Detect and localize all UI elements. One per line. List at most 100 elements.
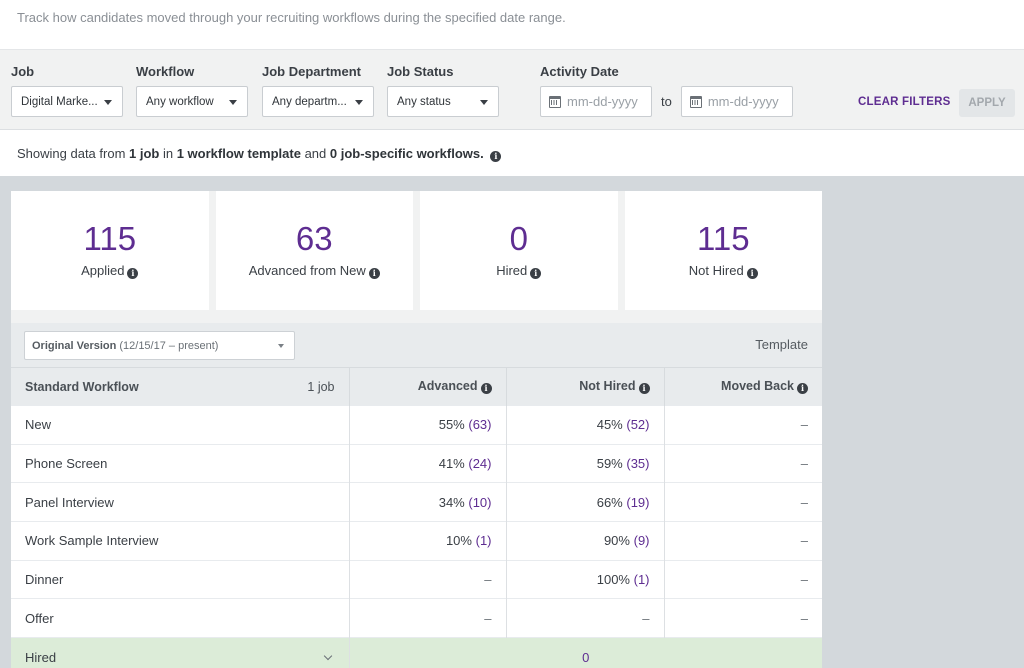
header-advanced-label: Advanced: [417, 379, 478, 393]
date-to-input[interactable]: mm-dd-yyyy: [680, 86, 793, 117]
header-not-hired[interactable]: Not Hired i: [505, 367, 664, 406]
stat-label: Applied: [81, 263, 125, 278]
advanced-count[interactable]: (63): [468, 417, 491, 432]
not-hired-cell: 100% (1): [505, 559, 664, 599]
stage-name: New: [11, 405, 349, 445]
department-select[interactable]: Any departm...: [262, 86, 374, 117]
not-hired-count[interactable]: (19): [626, 495, 649, 510]
stat-value: 115: [696, 220, 750, 257]
advanced-count[interactable]: (1): [476, 533, 492, 548]
activity-date-label: Activity Date: [540, 64, 619, 79]
info-icon[interactable]: i: [368, 268, 380, 279]
not-hired-count[interactable]: (1): [634, 572, 650, 587]
not-hired-cell: –: [505, 598, 664, 638]
status-select-value: Any status: [397, 95, 451, 108]
info-icon[interactable]: i: [797, 383, 808, 394]
hired-row[interactable]: Hired 0: [11, 637, 822, 668]
stage-name: Hired: [25, 649, 57, 665]
template-label: Template: [755, 337, 808, 352]
info-icon[interactable]: i: [638, 383, 650, 394]
chevron-down-icon[interactable]: [323, 651, 332, 660]
stage-name: Dinner: [11, 559, 349, 599]
department-filter: Job Department Any departm...: [262, 64, 374, 117]
stat-label: Hired: [496, 263, 528, 278]
version-bar: Original Version (12/15/17 – present) Te…: [11, 323, 822, 367]
stage-name: Panel Interview: [11, 482, 349, 522]
not-hired-cell: 66% (19): [505, 482, 664, 522]
stat-value: 115: [83, 220, 137, 257]
not-hired-count[interactable]: (52): [626, 417, 649, 432]
date-to-label: to: [661, 94, 672, 109]
stat-card-not-hired: 115 Not Hired i: [624, 191, 822, 310]
stat-label: Advanced from New: [248, 263, 366, 278]
advanced-cell: 34% (10): [348, 482, 506, 522]
job-select[interactable]: Digital Marke...: [11, 86, 123, 117]
summary-specific: 0 job-specific workflows.: [329, 146, 484, 161]
workflow-filter-label: Workflow: [136, 64, 195, 79]
info-icon[interactable]: i: [746, 268, 758, 279]
caret-down-icon: [480, 100, 488, 105]
not-hired-pct: 45%: [596, 417, 623, 433]
advanced-cell: 10% (1): [348, 521, 506, 561]
stat-card-applied: 115 Applied i: [11, 191, 209, 310]
stat-card-hired: 0 Hired i: [420, 191, 618, 310]
workflow-select[interactable]: Any workflow: [136, 86, 248, 117]
info-icon[interactable]: i: [530, 268, 542, 279]
caret-down-icon: [278, 344, 284, 348]
version-select[interactable]: Original Version (12/15/17 – present): [24, 331, 295, 360]
not-hired-count[interactable]: (9): [634, 533, 650, 548]
info-icon[interactable]: i: [490, 151, 502, 162]
version-name: Original Version: [32, 339, 117, 352]
header-advanced[interactable]: Advanced i: [348, 367, 506, 406]
stat-card-advanced: 63 Advanced from New i: [215, 191, 413, 310]
moved-back-cell: –: [663, 559, 822, 599]
table-row: Phone Screen 41% (24) 59% (35) –: [11, 443, 822, 483]
advanced-pct: 41%: [438, 456, 465, 472]
date-from-placeholder: mm-dd-yyyy: [567, 94, 638, 109]
info-icon[interactable]: i: [127, 268, 139, 279]
advanced-count[interactable]: (10): [468, 495, 491, 510]
status-filter: Job Status Any status: [387, 64, 499, 117]
workflow-report-panel: 115 Applied i 63 Advanced from New i 0 Hir…: [11, 191, 822, 668]
summary-text: in: [159, 146, 177, 161]
filter-bar: Job Digital Marke... Workflow Any workfl…: [0, 49, 1024, 130]
not-hired-cell: 45% (52): [505, 405, 664, 445]
hired-stage-cell[interactable]: Hired: [11, 637, 349, 668]
caret-down-icon: [355, 100, 363, 105]
table-row: New 55% (63) 45% (52) –: [11, 405, 822, 445]
not-hired-cell: 90% (9): [505, 521, 664, 561]
stage-name: Offer: [11, 598, 349, 638]
date-to-placeholder: mm-dd-yyyy: [707, 94, 779, 109]
advanced-pct: 10%: [445, 533, 472, 549]
advanced-pct: 34%: [438, 494, 465, 510]
status-filter-label: Job Status: [387, 64, 454, 79]
stat-value: 63: [295, 220, 333, 257]
summary-text: Showing data from: [17, 146, 130, 161]
not-hired-count[interactable]: (35): [626, 456, 649, 471]
department-select-value: Any departm...: [272, 95, 347, 108]
data-summary: Showing data from 1 job in 1 workflow te…: [17, 146, 502, 162]
header-workflow-label: Standard Workflow: [25, 379, 139, 394]
header-moved-back[interactable]: Moved Back i: [663, 367, 822, 406]
not-hired-pct: 66%: [596, 494, 623, 510]
moved-back-cell: –: [663, 482, 822, 522]
table-row: Offer – – –: [11, 598, 822, 638]
stat-label: Not Hired: [688, 263, 744, 278]
stat-value: 0: [509, 220, 528, 257]
table-row: Work Sample Interview 10% (1) 90% (9) –: [11, 521, 822, 561]
apply-button[interactable]: APPLY: [959, 89, 1015, 117]
status-select[interactable]: Any status: [387, 86, 499, 117]
advanced-pct: 55%: [438, 417, 465, 433]
stage-name: Phone Screen: [11, 443, 349, 483]
version-range: (12/15/17 – present): [119, 339, 219, 352]
moved-back-cell: –: [663, 521, 822, 561]
advanced-count[interactable]: (24): [468, 456, 491, 471]
not-hired-pct: 90%: [603, 533, 630, 549]
job-filter: Job Digital Marke...: [11, 64, 123, 117]
not-hired-cell: 59% (35): [505, 443, 664, 483]
date-from-input[interactable]: mm-dd-yyyy: [540, 86, 652, 117]
moved-back-cell: –: [663, 405, 822, 445]
clear-filters-button[interactable]: CLEAR FILTERS: [858, 96, 950, 108]
info-icon[interactable]: i: [480, 383, 492, 394]
moved-back-cell: –: [663, 598, 822, 638]
